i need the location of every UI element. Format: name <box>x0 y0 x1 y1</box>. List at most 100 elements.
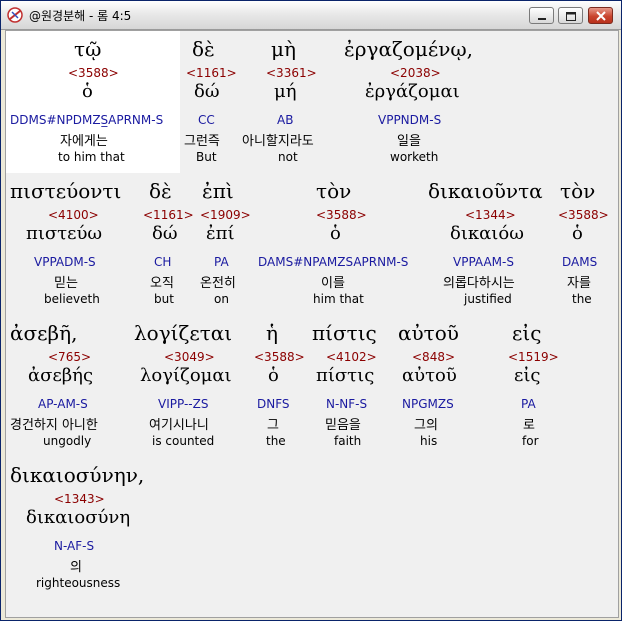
strong-number[interactable]: <765> <box>48 350 91 364</box>
greek-word: δὲ <box>192 37 215 61</box>
korean-gloss: 일을 <box>397 134 421 149</box>
greek-word: τὸν <box>560 179 596 203</box>
parsing-code: NPGMZS <box>402 397 454 411</box>
english-gloss: for <box>522 434 539 448</box>
lemma: δικαιοσύνη <box>26 507 131 528</box>
lemma: λογίζομαι <box>140 365 232 386</box>
greek-word: εἰς <box>512 321 542 345</box>
lemma: ἐπί <box>206 223 235 244</box>
english-gloss: but <box>154 292 174 306</box>
parsing-code: DDMS#NPDMZS̲APRNM-S <box>10 113 164 127</box>
parsing-code: VIPP--ZS <box>158 397 209 411</box>
greek-word: αὐτοῦ <box>398 321 459 345</box>
english-gloss: justified <box>464 292 512 306</box>
greek-word: πίστις <box>312 321 377 345</box>
parsing-code: CH <box>154 255 172 269</box>
parsing-code: VPPAAM-S <box>453 255 514 269</box>
strong-number[interactable]: <3361> <box>266 66 317 80</box>
lemma: αὐτοῦ <box>402 365 457 386</box>
interlinear-panel[interactable]: τῷ <3588> ὁ DDMS#NPDMZS̲APRNM-S 자에게는 to … <box>5 30 619 618</box>
minimize-icon <box>538 18 546 20</box>
close-icon <box>596 11 606 21</box>
lemma: ἀσεβής <box>28 365 94 386</box>
greek-word: πιστεύοντι <box>10 179 122 203</box>
strong-number[interactable]: <1343> <box>54 492 105 506</box>
korean-gloss: 자에게는 <box>60 134 108 149</box>
korean-gloss: 온전히 <box>200 276 236 291</box>
app-window: @원경분해 - 롬 4:5 τῷ <3588> ὁ DDMS#NPDMZS̲AP… <box>0 0 622 621</box>
title-bar[interactable]: @원경분해 - 롬 4:5 <box>1 1 621 30</box>
english-gloss: righteousness <box>36 576 121 590</box>
strong-number[interactable]: <4102> <box>326 350 377 364</box>
korean-gloss: 이를 <box>321 276 345 291</box>
korean-gloss: 의롭다하시는 <box>443 276 515 291</box>
window-title: @원경분해 - 롬 4:5 <box>29 9 132 23</box>
greek-word: ἀσεβῆ, <box>10 321 78 345</box>
korean-gloss: 여기시나니 <box>149 418 209 433</box>
parsing-code: N-NF-S <box>326 397 368 411</box>
greek-word: δὲ <box>149 179 172 203</box>
maximize-button[interactable] <box>558 7 583 24</box>
english-gloss: But <box>196 150 217 164</box>
parsing-code: DAMS <box>562 255 598 269</box>
english-gloss: is counted <box>152 434 215 448</box>
parsing-code: PA <box>521 397 536 411</box>
minimize-button[interactable] <box>529 7 554 24</box>
greek-word: λογίζεται <box>134 321 233 345</box>
parsing-code: VPPNDM-S <box>378 113 442 127</box>
lemma: μή <box>274 81 297 102</box>
greek-word: τὸν <box>316 179 352 203</box>
english-gloss: not <box>278 150 298 164</box>
lemma: ὁ <box>82 81 93 102</box>
greek-word: ἐπὶ <box>202 179 234 203</box>
strong-number[interactable]: <1909> <box>200 208 251 222</box>
greek-word: δικαιοῦντα <box>428 179 543 203</box>
parsing-code: CC <box>198 113 215 127</box>
english-gloss: faith <box>334 434 362 448</box>
strong-number[interactable]: <3588> <box>68 66 119 80</box>
korean-gloss: 아니할지라도 <box>242 134 314 149</box>
strong-number[interactable]: <3588> <box>316 208 367 222</box>
korean-gloss: 그 <box>267 418 279 433</box>
lemma: δώ <box>152 223 178 244</box>
greek-word: μὴ <box>271 37 296 61</box>
english-gloss: him that <box>313 292 364 306</box>
strong-number[interactable]: <3588> <box>254 350 305 364</box>
korean-gloss: 의 <box>70 560 82 575</box>
parsing-code: N-AF-S <box>54 539 95 553</box>
korean-gloss: 자를 <box>567 276 591 291</box>
strong-number[interactable]: <1161> <box>186 66 237 80</box>
strong-number[interactable]: <1519> <box>508 350 559 364</box>
parsing-code: DAMS#NPAMZSAPRNM-S <box>258 255 409 269</box>
parsing-code: DNFS <box>257 397 290 411</box>
strong-number[interactable]: <1161> <box>143 208 194 222</box>
strong-number[interactable]: <1344> <box>465 208 516 222</box>
parsing-code: PA <box>214 255 229 269</box>
parsing-code: AP-AM-S <box>38 397 88 411</box>
strong-number[interactable]: <848> <box>412 350 455 364</box>
lemma: ὁ <box>330 223 341 244</box>
english-gloss: ungodly <box>43 434 92 448</box>
lemma: ὁ <box>572 223 583 244</box>
strong-number[interactable]: <3049> <box>164 350 215 364</box>
english-gloss: on <box>214 292 229 306</box>
korean-gloss: 오직 <box>150 276 174 291</box>
app-logo-icon <box>7 7 23 23</box>
english-gloss: the <box>572 292 592 306</box>
korean-gloss: 그의 <box>414 418 438 433</box>
korean-gloss: 경건하지 아니한 <box>10 418 98 433</box>
strong-number[interactable]: <2038> <box>390 66 441 80</box>
maximize-icon <box>566 12 576 21</box>
greek-word: ἐργαζομένῳ, <box>344 37 474 61</box>
greek-word: δικαιοσύνην, <box>10 463 145 487</box>
strong-number[interactable]: <3588> <box>558 208 609 222</box>
english-gloss: to him that <box>58 150 125 164</box>
lemma: εἰς <box>514 365 541 386</box>
greek-word: ἡ <box>266 321 278 345</box>
korean-gloss: 로 <box>523 418 535 433</box>
lemma: πίστις <box>316 365 375 386</box>
english-gloss: believeth <box>44 292 100 306</box>
greek-word: τῷ <box>74 37 102 61</box>
strong-number[interactable]: <4100> <box>48 208 99 222</box>
close-button[interactable] <box>588 7 613 24</box>
